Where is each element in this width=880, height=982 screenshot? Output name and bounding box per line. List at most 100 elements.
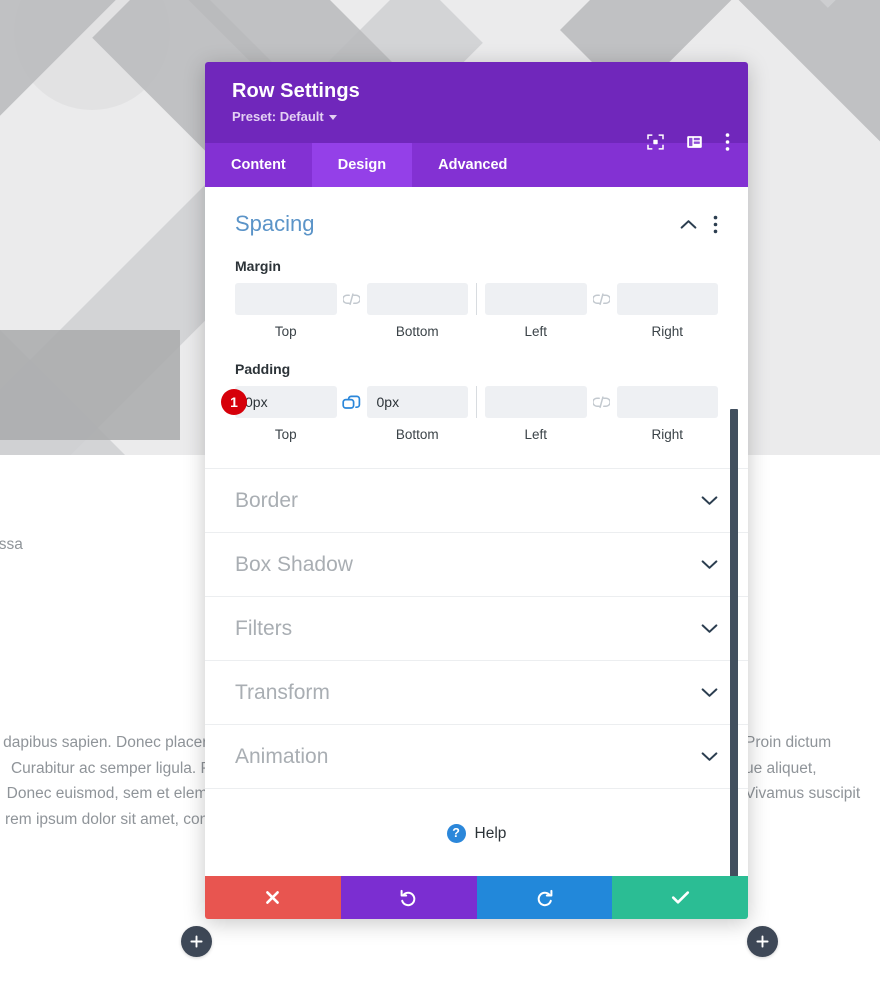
margin-quad: Top Bottom Left Right bbox=[235, 283, 718, 339]
padding-vertical-pair: Top Bottom bbox=[235, 386, 468, 442]
margin-bottom-input[interactable] bbox=[366, 283, 468, 315]
chevron-down-icon bbox=[328, 115, 337, 120]
padding-horizontal-pair: Left Right bbox=[485, 386, 718, 442]
add-row-button-right[interactable] bbox=[747, 926, 778, 957]
focus-target-icon[interactable] bbox=[647, 134, 664, 151]
margin-label: Margin bbox=[235, 258, 281, 274]
margin-top-cell: Top bbox=[235, 283, 337, 339]
background-paragraph-left: dapibus sapien. Donec placera Curabitur … bbox=[0, 730, 216, 832]
tab-design[interactable]: Design bbox=[311, 143, 413, 187]
padding-right-input[interactable] bbox=[616, 386, 718, 418]
padding-left-cell: Left bbox=[485, 386, 587, 442]
modal-title: Row Settings bbox=[232, 80, 360, 102]
padding-quad: 1 Top bbox=[221, 386, 718, 442]
padding-horizontal-link-toggle[interactable] bbox=[587, 386, 617, 418]
margin-bottom-cell: Bottom bbox=[366, 283, 468, 339]
chevron-down-icon bbox=[701, 751, 718, 762]
plus-icon bbox=[756, 935, 769, 948]
background-paragraph-left-line: Curabitur ac semper ligula. Pr bbox=[10, 759, 216, 777]
padding-bottom-cell: Bottom bbox=[366, 386, 468, 442]
chevron-down-icon bbox=[701, 687, 718, 698]
checkmark-icon bbox=[671, 891, 689, 904]
background-text-line-1: at massa bbox=[0, 536, 23, 553]
tab-content[interactable]: Content bbox=[205, 143, 312, 187]
section-transform[interactable]: Transform bbox=[205, 660, 748, 724]
padding-top-caption: Top bbox=[274, 427, 297, 442]
section-animation-title: Animation bbox=[235, 744, 329, 768]
chevron-down-icon bbox=[701, 559, 718, 570]
redo-button[interactable] bbox=[476, 876, 613, 919]
padding-label: Padding bbox=[235, 361, 291, 377]
padding-left-caption: Left bbox=[524, 427, 548, 442]
padding-field-group: Padding 1 Top bbox=[221, 361, 718, 442]
section-border[interactable]: Border bbox=[205, 468, 748, 532]
section-animation[interactable]: Animation bbox=[205, 724, 748, 788]
margin-left-cell: Left bbox=[485, 283, 587, 339]
spacing-title: Spacing bbox=[235, 211, 315, 236]
padding-right-caption: Right bbox=[651, 427, 683, 442]
layout-panel-icon[interactable] bbox=[686, 134, 703, 151]
add-row-button-left[interactable] bbox=[181, 926, 212, 957]
margin-horizontal-pair: Left Right bbox=[485, 283, 718, 339]
margin-left-input[interactable] bbox=[485, 283, 587, 315]
redo-icon bbox=[537, 889, 553, 907]
chain-unlinked-icon bbox=[343, 292, 360, 305]
margin-bottom-caption: Bottom bbox=[395, 324, 439, 339]
chain-unlinked-icon bbox=[593, 292, 610, 305]
help-label: Help bbox=[474, 824, 507, 842]
chevron-down-icon bbox=[701, 623, 718, 634]
padding-vertical-link-toggle[interactable] bbox=[337, 386, 367, 418]
padding-modified-badge[interactable]: 1 bbox=[221, 389, 247, 415]
padding-left-input[interactable] bbox=[485, 386, 587, 418]
padding-top-input[interactable] bbox=[235, 386, 337, 418]
section-transform-title: Transform bbox=[235, 680, 330, 704]
chain-linked-icon bbox=[342, 395, 361, 409]
vertical-dots-icon[interactable] bbox=[725, 133, 730, 152]
close-x-icon bbox=[266, 891, 280, 904]
section-filters-title: Filters bbox=[235, 616, 293, 640]
scrollbar-track[interactable] bbox=[730, 187, 743, 876]
section-box-shadow[interactable]: Box Shadow bbox=[205, 532, 748, 596]
section-border-title: Border bbox=[235, 488, 299, 512]
preset-selector[interactable]: Preset: Default bbox=[232, 109, 337, 124]
padding-bottom-input[interactable] bbox=[366, 386, 468, 418]
margin-right-input[interactable] bbox=[616, 283, 718, 315]
modal-header: Row Settings Preset: Default bbox=[205, 62, 748, 151]
margin-top-caption: Top bbox=[274, 324, 297, 339]
margin-field-group: Margin Top Bottom Left Right bbox=[235, 258, 718, 339]
section-filters[interactable]: Filters bbox=[205, 596, 748, 660]
padding-top-cell: Top bbox=[235, 386, 337, 442]
background-paragraph-left-line: rem ipsum dolor sit amet, cons bbox=[4, 810, 216, 828]
save-button[interactable] bbox=[612, 876, 748, 919]
margin-vertical-link-toggle[interactable] bbox=[337, 283, 367, 315]
chevron-down-icon bbox=[701, 495, 718, 506]
background-paragraph-left-line: dapibus sapien. Donec placera bbox=[3, 734, 216, 751]
help-row[interactable]: ? Help bbox=[205, 788, 748, 876]
question-mark-icon: ? bbox=[446, 824, 466, 843]
vertical-dots-icon[interactable] bbox=[713, 215, 718, 234]
margin-left-caption: Left bbox=[524, 324, 548, 339]
margin-vertical-pair: Top Bottom bbox=[235, 283, 468, 339]
modal-footer bbox=[205, 876, 748, 919]
tab-advanced[interactable]: Advanced bbox=[412, 143, 533, 187]
margin-top-input[interactable] bbox=[235, 283, 337, 315]
padding-divider bbox=[476, 386, 477, 418]
background-paragraph-right-line: Vivamus suscipit bbox=[745, 785, 861, 803]
spacing-panel-actions bbox=[680, 215, 718, 234]
background-paragraph-left-line: Donec euismod, sem et eleme bbox=[6, 785, 216, 803]
modal-header-actions bbox=[647, 133, 730, 152]
margin-right-caption: Right bbox=[651, 324, 683, 339]
margin-horizontal-link-toggle[interactable] bbox=[587, 283, 617, 315]
chevron-up-icon[interactable] bbox=[680, 219, 697, 230]
cancel-button[interactable] bbox=[205, 876, 341, 919]
undo-button[interactable] bbox=[340, 876, 477, 919]
row-settings-modal: Row Settings Preset: Default Content Des… bbox=[205, 62, 748, 919]
section-box-shadow-title: Box Shadow bbox=[235, 552, 353, 576]
undo-icon bbox=[400, 889, 416, 907]
background-paragraph-right-line: ue aliquet, bbox=[745, 759, 817, 777]
plus-icon bbox=[190, 935, 203, 948]
preset-label: Preset: Default bbox=[232, 109, 324, 124]
modal-body: Spacing Margin Top Bottom Left Right Pad… bbox=[205, 187, 748, 876]
scrollbar-thumb[interactable] bbox=[730, 409, 738, 876]
spacing-panel: Spacing Margin Top Bottom Left Right Pad… bbox=[205, 187, 748, 468]
